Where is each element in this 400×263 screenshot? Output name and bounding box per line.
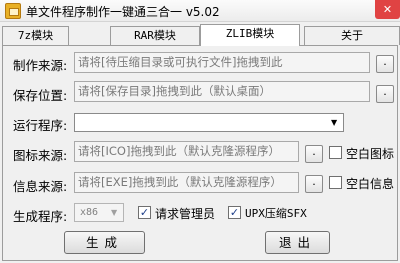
info-source-label: 信息来源:: [13, 179, 68, 194]
blank-icon-label: 空白图标: [346, 147, 395, 161]
close-button[interactable]: ✕: [375, 0, 400, 19]
tab-about[interactable]: 关于: [304, 26, 400, 45]
run-label: 运行程序:: [13, 118, 68, 133]
upx-checkbox[interactable]: ✓: [228, 206, 241, 219]
exit-button[interactable]: 退出: [265, 231, 330, 254]
tab-rar[interactable]: RAR模块: [110, 26, 200, 45]
admin-label: 请求管理员: [155, 207, 216, 221]
source-field[interactable]: 请将[待压缩目录或可执行文件]拖拽到此: [74, 52, 370, 73]
arch-value: x86: [80, 207, 99, 218]
tab-zlib[interactable]: ZLIB模块: [200, 24, 300, 46]
package-icon: [5, 3, 21, 19]
checkmark-icon: ✓: [229, 206, 240, 219]
gen-label: 生成程序:: [13, 209, 68, 224]
arch-select[interactable]: x86 ▼: [74, 203, 124, 222]
generate-button[interactable]: 生成: [64, 231, 145, 254]
tab-bar: 7z模块 RAR模块 ZLIB模块 关于: [0, 24, 400, 46]
icon-browse-button[interactable]: .: [305, 145, 323, 163]
source-browse-button[interactable]: .: [376, 55, 394, 73]
tab-7z[interactable]: 7z模块: [2, 26, 69, 45]
upx-label: UPX压缩SFX: [245, 207, 307, 220]
chevron-down-icon: ▼: [331, 118, 338, 127]
save-field[interactable]: 请将[保存目录]拖拽到此（默认桌面）: [74, 81, 370, 102]
checkmark-icon: ✓: [139, 206, 150, 219]
admin-checkbox[interactable]: ✓: [138, 206, 151, 219]
blank-icon-checkbox[interactable]: [329, 146, 342, 159]
save-browse-button[interactable]: .: [376, 85, 394, 103]
save-label: 保存位置:: [13, 88, 68, 103]
blank-info-label: 空白信息: [346, 177, 395, 191]
info-source-field[interactable]: 请将[EXE]拖拽到此（默认克隆源程序）: [74, 172, 299, 193]
title-bar: 单文件程序制作一键通三合一 v5.02 ✕: [0, 0, 400, 22]
source-label: 制作来源:: [13, 58, 68, 73]
blank-info-checkbox[interactable]: [329, 176, 342, 189]
window-title: 单文件程序制作一键通三合一 v5.02: [26, 5, 220, 19]
run-program-select[interactable]: ▼: [74, 113, 344, 132]
icon-source-field[interactable]: 请将[ICO]拖拽到此（默认克隆源程序）: [74, 141, 299, 162]
info-browse-button[interactable]: .: [305, 175, 323, 193]
icon-source-label: 图标来源:: [13, 148, 68, 163]
chevron-down-icon: ▼: [111, 208, 118, 217]
